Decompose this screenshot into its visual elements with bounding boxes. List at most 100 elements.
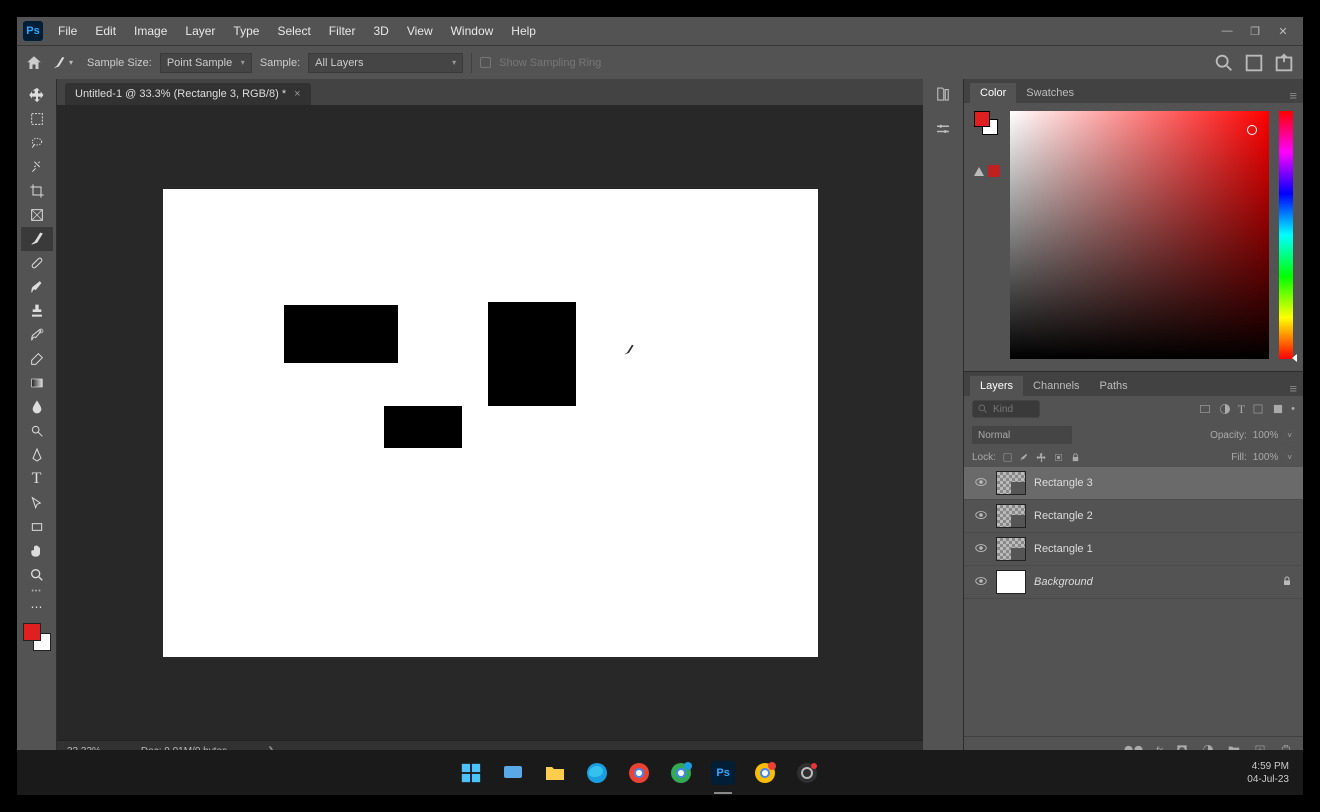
menu-file[interactable]: File	[49, 20, 86, 42]
sample-size-dropdown[interactable]: Point Sample▾	[160, 53, 252, 73]
menu-view[interactable]: View	[398, 20, 442, 42]
layer-row[interactable]: Rectangle 2	[964, 500, 1303, 533]
path-select-tool[interactable]	[21, 491, 53, 515]
share-icon[interactable]	[1273, 52, 1295, 74]
eyedropper-tool[interactable]	[21, 227, 53, 251]
layer-row[interactable]: Rectangle 3	[964, 467, 1303, 500]
toolbar-more[interactable]: •••	[31, 587, 41, 595]
restore-button[interactable]: ❐	[1241, 25, 1269, 38]
tab-color[interactable]: Color	[970, 83, 1016, 103]
edit-toolbar[interactable]: ⋯	[21, 595, 53, 619]
tab-swatches[interactable]: Swatches	[1016, 83, 1084, 103]
sample-dropdown[interactable]: All Layers▾	[308, 53, 463, 73]
layer-row[interactable]: Background	[964, 566, 1303, 599]
minimize-button[interactable]: —	[1213, 25, 1241, 37]
current-tool-icon[interactable]: ▾	[51, 53, 79, 73]
cursor-eyedropper-icon	[622, 343, 636, 357]
properties-panel-icon[interactable]	[934, 121, 952, 139]
history-panel-icon[interactable]	[934, 85, 952, 103]
layer-search[interactable]: Kind	[972, 400, 1040, 418]
color-field[interactable]	[1010, 111, 1269, 359]
menu-window[interactable]: Window	[442, 20, 503, 42]
marquee-tool[interactable]	[21, 107, 53, 131]
menu-select[interactable]: Select	[268, 20, 319, 42]
tab-channels[interactable]: Channels	[1023, 376, 1089, 396]
lock-all-icon[interactable]	[1070, 452, 1081, 463]
filter-adjust-icon[interactable]	[1218, 402, 1232, 416]
search-icon[interactable]	[1213, 52, 1235, 74]
menu-type[interactable]: Type	[224, 20, 268, 42]
filter-pixel-icon[interactable]	[1198, 402, 1212, 416]
crop-tool[interactable]	[21, 179, 53, 203]
panel-menu-icon[interactable]: ≡	[1289, 88, 1297, 103]
menu-layer[interactable]: Layer	[176, 20, 224, 42]
show-ring-checkbox[interactable]	[480, 57, 491, 68]
document-tab[interactable]: Untitled-1 @ 33.3% (Rectangle 3, RGB/8) …	[65, 83, 311, 105]
color-swatch-pair[interactable]	[974, 111, 998, 135]
blend-mode-dropdown[interactable]: Normal	[972, 426, 1072, 444]
filter-type-icon[interactable]: T	[1238, 402, 1245, 417]
lock-paint-icon[interactable]	[1019, 452, 1030, 463]
color-swatches[interactable]	[23, 623, 51, 651]
history-brush-tool[interactable]	[21, 323, 53, 347]
menu-help[interactable]: Help	[502, 20, 545, 42]
lock-move-icon[interactable]	[1036, 452, 1047, 463]
filter-shape-icon[interactable]	[1251, 402, 1265, 416]
task-explorer[interactable]	[538, 756, 572, 790]
filter-smart-icon[interactable]	[1271, 402, 1285, 416]
fill-value[interactable]: 100%	[1253, 452, 1279, 463]
opacity-value[interactable]: 100%	[1253, 430, 1279, 441]
close-window-button[interactable]: ✕	[1269, 25, 1297, 38]
task-edge[interactable]	[580, 756, 614, 790]
menu-image[interactable]: Image	[125, 20, 176, 42]
filter-toggle[interactable]: •	[1291, 403, 1295, 415]
menu-filter[interactable]: Filter	[320, 20, 365, 42]
visibility-toggle[interactable]	[974, 574, 988, 591]
lock-transparent-icon[interactable]	[1002, 452, 1013, 463]
opacity-dropdown-icon[interactable]: ˅	[1284, 430, 1295, 441]
hue-slider[interactable]	[1279, 111, 1293, 359]
task-obs[interactable]	[790, 756, 824, 790]
lasso-tool[interactable]	[21, 131, 53, 155]
brush-tool[interactable]	[21, 275, 53, 299]
pen-tool[interactable]	[21, 443, 53, 467]
tab-paths[interactable]: Paths	[1090, 376, 1138, 396]
canvas-area[interactable]	[57, 105, 923, 740]
dodge-tool[interactable]	[21, 419, 53, 443]
type-tool[interactable]: T	[21, 467, 53, 491]
gradient-tool[interactable]	[21, 371, 53, 395]
task-chrome-2[interactable]	[664, 756, 698, 790]
tab-layers[interactable]: Layers	[970, 376, 1023, 396]
panel-menu-icon[interactable]: ≡	[1289, 381, 1297, 396]
close-tab-icon[interactable]: ×	[294, 88, 300, 100]
healing-tool[interactable]	[21, 251, 53, 275]
rectangle-tool[interactable]	[21, 515, 53, 539]
task-copilot[interactable]	[496, 756, 530, 790]
menu-edit[interactable]: Edit	[86, 20, 125, 42]
fill-dropdown-icon[interactable]: ˅	[1284, 452, 1295, 463]
system-clock[interactable]: 4:59 PM 04-Jul-23	[1247, 760, 1289, 786]
layer-row[interactable]: Rectangle 1	[964, 533, 1303, 566]
start-button[interactable]	[454, 756, 488, 790]
frame-tool[interactable]	[21, 203, 53, 227]
lock-artboard-icon[interactable]	[1053, 452, 1064, 463]
frame-icon[interactable]	[1243, 52, 1265, 74]
zoom-tool[interactable]	[21, 563, 53, 587]
blur-tool[interactable]	[21, 395, 53, 419]
task-photoshop[interactable]: Ps	[706, 756, 740, 790]
stamp-tool[interactable]	[21, 299, 53, 323]
task-chrome-3[interactable]	[748, 756, 782, 790]
gamut-warning[interactable]	[974, 165, 1000, 177]
canvas[interactable]	[163, 189, 818, 657]
home-icon[interactable]	[25, 54, 43, 72]
task-chrome[interactable]	[622, 756, 656, 790]
wand-tool[interactable]	[21, 155, 53, 179]
visibility-toggle[interactable]	[974, 508, 988, 525]
hand-tool[interactable]	[21, 539, 53, 563]
move-tool[interactable]	[21, 83, 53, 107]
visibility-toggle[interactable]	[974, 541, 988, 558]
menu-3d[interactable]: 3D	[364, 20, 397, 42]
document-tabs: Untitled-1 @ 33.3% (Rectangle 3, RGB/8) …	[57, 79, 923, 105]
eraser-tool[interactable]	[21, 347, 53, 371]
visibility-toggle[interactable]	[974, 475, 988, 492]
